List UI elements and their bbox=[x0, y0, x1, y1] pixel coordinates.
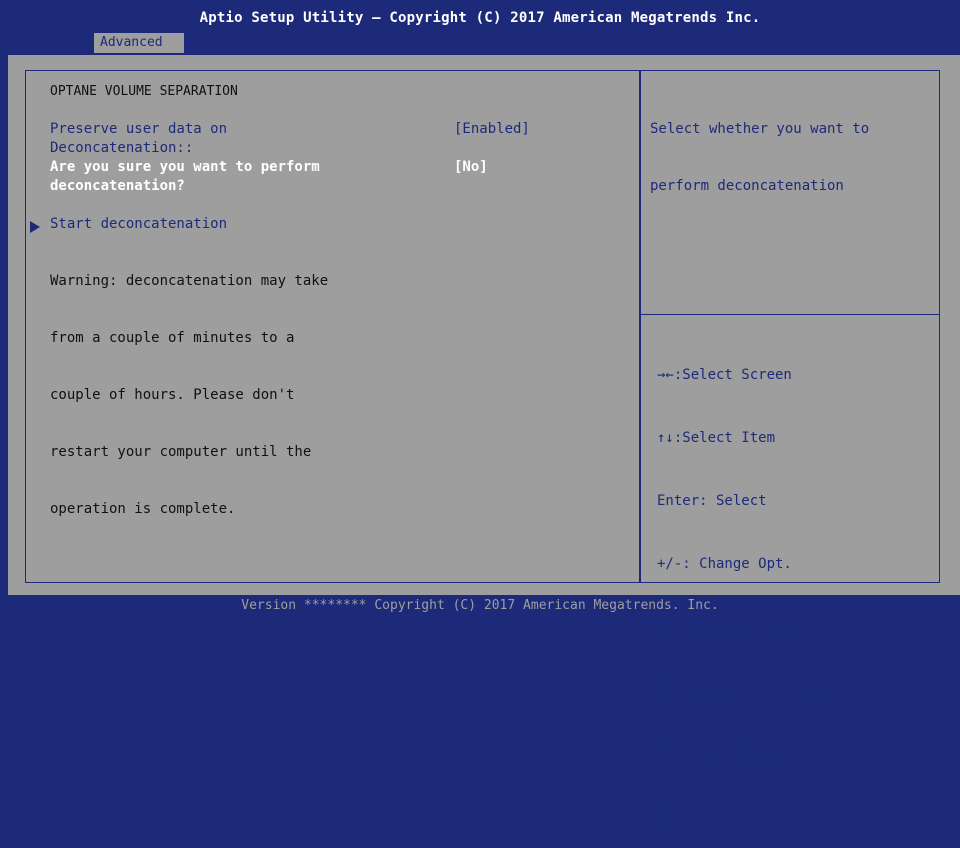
key-change-opt: +/-: Change Opt. bbox=[657, 556, 792, 572]
help-line: perform deconcatenation bbox=[650, 178, 844, 194]
preserve-data-value[interactable]: [Enabled] bbox=[454, 120, 530, 139]
preserve-data-label[interactable]: Preserve user data on bbox=[50, 120, 227, 139]
preserve-data-label-cont[interactable]: Deconcatenation:: bbox=[50, 139, 193, 158]
warning-line: from a couple of minutes to a bbox=[50, 330, 295, 346]
key-enter: Enter: Select bbox=[657, 493, 767, 509]
submenu-arrow-icon bbox=[30, 221, 40, 233]
key-general-help: F1: General Help bbox=[657, 619, 792, 635]
key-select-item: ↑↓:Select Item bbox=[657, 430, 776, 446]
help-text: Select whether you want to perform decon… bbox=[650, 82, 869, 215]
tab-advanced[interactable]: Advanced bbox=[94, 33, 184, 53]
app-title: Aptio Setup Utility – Copyright (C) 2017… bbox=[199, 10, 761, 26]
header-bar: Aptio Setup Utility – Copyright (C) 2017… bbox=[0, 0, 960, 58]
help-line: Select whether you want to bbox=[650, 121, 870, 137]
warning-line: restart your computer until the bbox=[50, 444, 312, 460]
key-save-exit: F4: Save Changes & Exit bbox=[657, 745, 851, 761]
key-escape: ESC: Exit bbox=[657, 808, 733, 824]
key-optimized-defaults: F3: Optimized Defaults bbox=[657, 682, 843, 698]
section-title: OPTANE VOLUME SEPARATION bbox=[50, 84, 238, 99]
warning-line: operation is complete. bbox=[50, 501, 236, 517]
key-legend: →←:Select Screen ↑↓:Select Item Enter: S… bbox=[657, 323, 851, 848]
footer-version: Version ******** Copyright (C) 2017 Amer… bbox=[0, 596, 960, 616]
warning-text: Warning: deconcatenation may take from a… bbox=[50, 234, 328, 538]
start-deconcatenation-item[interactable]: Start deconcatenation bbox=[50, 215, 227, 234]
confirm-deconcatenation-label-cont[interactable]: deconcatenation? bbox=[50, 177, 185, 196]
confirm-deconcatenation-label[interactable]: Are you sure you want to perform bbox=[50, 158, 320, 177]
confirm-deconcatenation-value[interactable]: [No] bbox=[454, 158, 488, 177]
help-divider bbox=[640, 314, 940, 315]
warning-line: couple of hours. Please don't bbox=[50, 387, 295, 403]
warning-line: Warning: deconcatenation may take bbox=[50, 273, 329, 289]
key-select-screen: →←:Select Screen bbox=[657, 367, 792, 383]
